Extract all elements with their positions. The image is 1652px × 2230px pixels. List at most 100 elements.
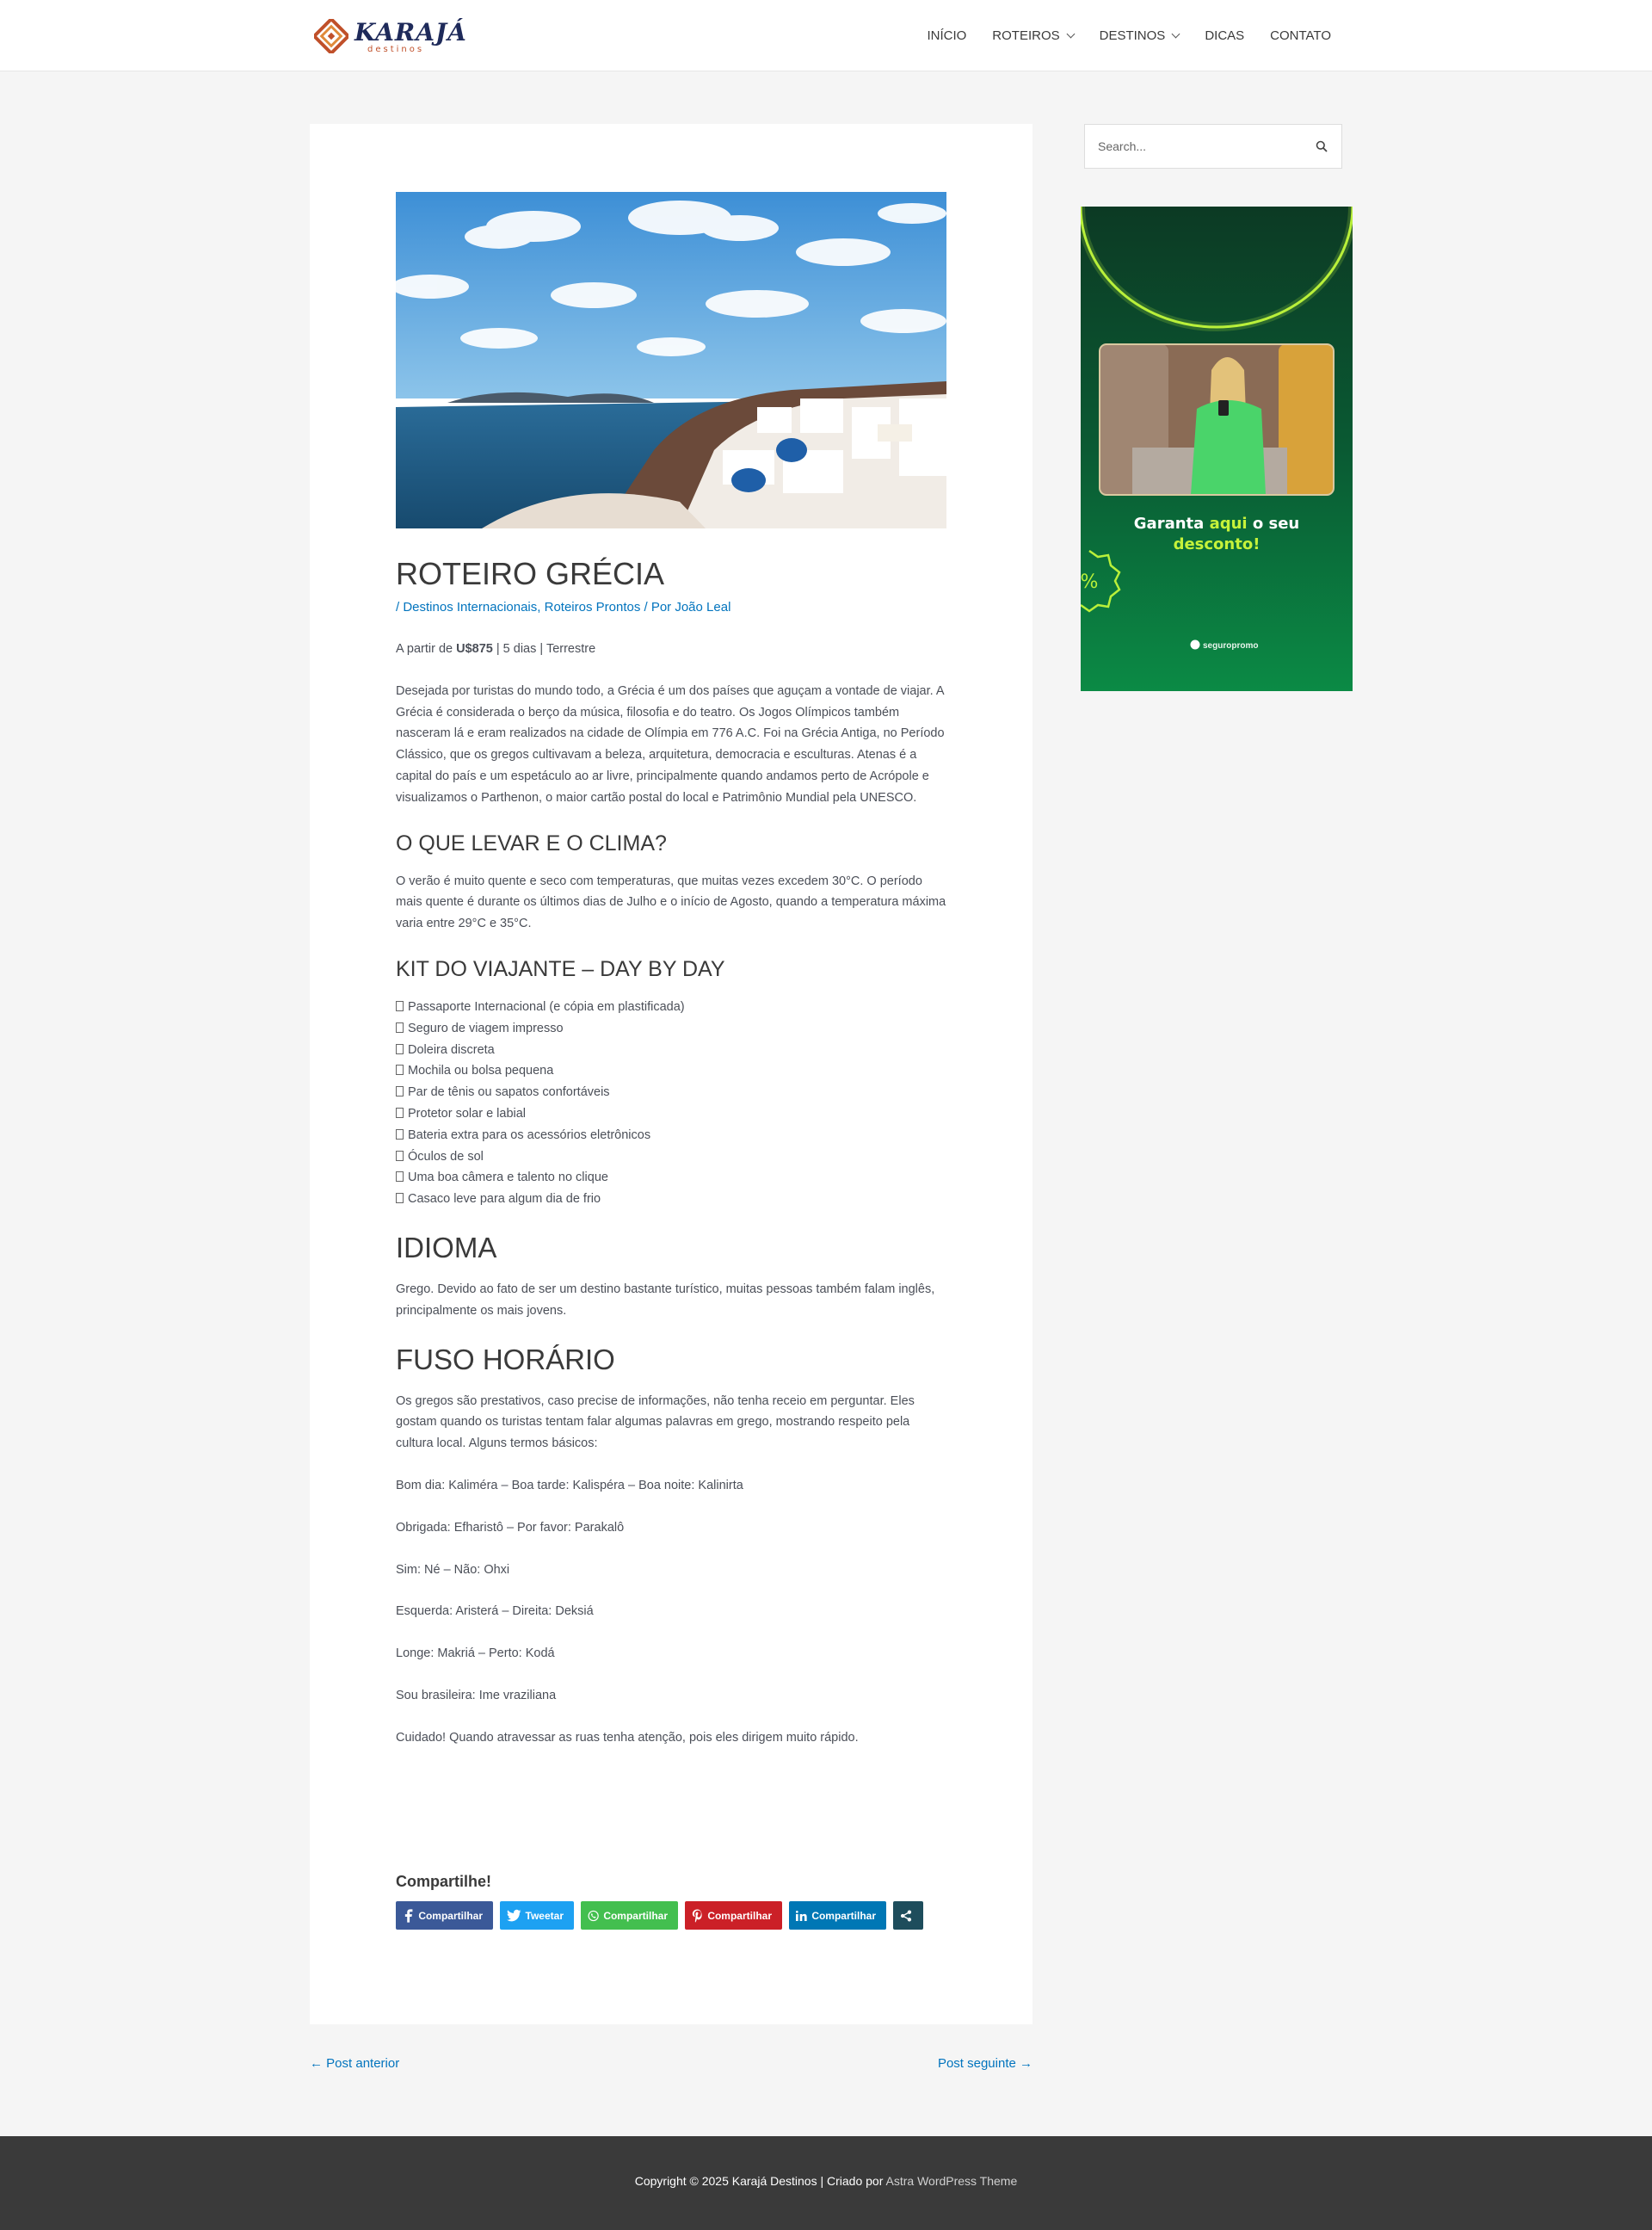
share-twitter-label: Tweetar xyxy=(525,1909,564,1922)
article-card: ROTEIRO GRÉCIA / Destinos Internacionais… xyxy=(310,124,1032,2024)
share-linkedin-button[interactable]: Compartilhar xyxy=(789,1901,886,1930)
list-item-text: Protetor solar e labial xyxy=(408,1106,527,1121)
list-item-text: Doleira discreta xyxy=(408,1042,495,1057)
site-logo[interactable]: KARAJÁ destinos xyxy=(314,15,466,57)
list-item: Mochila ou bolsa pequena xyxy=(396,1060,950,1082)
nav-item-destinos[interactable]: DESTINOS xyxy=(1100,28,1180,43)
ad-headline: Garanta aqui o seu desconto! xyxy=(1081,514,1353,555)
term-line: Sou brasileira: Ime vraziliana xyxy=(396,1688,557,1702)
list-item-text: Passaporte Internacional (e cópia em pla… xyxy=(408,999,685,1014)
nav-item-label: DICAS xyxy=(1205,28,1245,43)
list-item-text: Bateria extra para os acessórios eletrôn… xyxy=(408,1127,651,1142)
checkbox-glyph-icon xyxy=(396,1128,404,1140)
nav-item-inicio[interactable]: INÍCIO xyxy=(927,28,966,43)
theme-link[interactable]: Astra WordPress Theme xyxy=(886,2174,1018,2188)
heading-idioma: IDIOMA xyxy=(396,1231,497,1263)
share-pinterest-button[interactable]: Compartilhar xyxy=(685,1901,782,1930)
checkbox-glyph-icon xyxy=(396,1043,404,1054)
share-icon xyxy=(900,1910,912,1921)
price-details: | 5 dias | Terrestre xyxy=(492,642,596,656)
ad-brand-label: seguropromo xyxy=(1203,641,1259,651)
share-more-button[interactable] xyxy=(893,1901,923,1930)
share-section: Compartilhe! Compartilhar Tweetar Compar… xyxy=(396,1873,930,1930)
copyright-text: Copyright © 2025 Karajá Destinos | Criad… xyxy=(634,2174,886,2188)
heading-clima: O QUE LEVAR E O CLIMA? xyxy=(396,831,667,856)
sidebar-search xyxy=(1084,124,1342,169)
price-value: U$875 xyxy=(456,642,493,656)
category-link-roteiros-prontos[interactable]: Roteiros Prontos xyxy=(545,600,641,615)
previous-post-link[interactable]: ← Post anterior xyxy=(310,2056,399,2071)
ad-highlight: aqui xyxy=(1209,515,1248,533)
share-pinterest-label: Compartilhar xyxy=(707,1909,772,1922)
list-item: Passaporte Internacional (e cópia em pla… xyxy=(396,997,950,1018)
nav-item-roteiros[interactable]: ROTEIROS xyxy=(992,28,1076,43)
checkbox-glyph-icon xyxy=(396,1022,404,1033)
post-title: ROTEIRO GRÉCIA xyxy=(396,556,665,591)
logo-subtitle: destinos xyxy=(367,45,425,54)
nav-item-contato[interactable]: CONTATO xyxy=(1270,28,1331,43)
term-line: Obrigada: Efharistô – Por favor: Parakal… xyxy=(396,1520,625,1535)
heading-kit: KIT DO VIAJANTE – DAY BY DAY xyxy=(396,956,725,981)
meta-separator: , xyxy=(537,600,545,615)
idioma-paragraph: Grego. Devido ao fato de ser um destino … xyxy=(396,1282,935,1318)
list-item: Protetor solar e labial xyxy=(396,1103,950,1125)
twitter-icon xyxy=(507,1909,521,1922)
facebook-icon xyxy=(404,1908,413,1923)
main-nav: INÍCIO ROTEIROS DESTINOS DICAS CONTATO xyxy=(901,0,1331,71)
post-meta: / Destinos Internacionais, Roteiros Pron… xyxy=(396,600,730,615)
copyright: Copyright © 2025 Karajá Destinos | Criad… xyxy=(0,2174,1652,2188)
price-prefix: A partir de xyxy=(396,642,457,656)
term-line: Bom dia: Kaliméra – Boa tarde: Kalispéra… xyxy=(396,1478,743,1492)
ad-background-graphic: % xyxy=(1081,207,1353,691)
nav-item-label: DESTINOS xyxy=(1099,28,1166,43)
share-buttons: Compartilhar Tweetar Compartilhar Compar… xyxy=(396,1901,930,1930)
svg-text:%: % xyxy=(1081,571,1098,593)
list-item: Bateria extra para os acessórios eletrôn… xyxy=(396,1125,950,1146)
nav-item-label: CONTATO xyxy=(1270,28,1331,43)
ad-text-part: Garanta xyxy=(1133,515,1210,533)
pinterest-icon xyxy=(692,1909,702,1922)
clima-paragraph: O verão é muito quente e seco com temper… xyxy=(396,874,946,931)
checkbox-glyph-icon xyxy=(396,1086,404,1097)
search-icon[interactable] xyxy=(1316,140,1328,152)
site-header: KARAJÁ destinos INÍCIO ROTEIROS DESTINOS… xyxy=(0,0,1652,71)
ad-brand: seguropromo xyxy=(1190,639,1258,651)
term-line: Longe: Makriá – Perto: Kodá xyxy=(396,1646,555,1661)
checkbox-glyph-icon xyxy=(396,1193,404,1204)
list-item: Uma boa câmera e talento no clique xyxy=(396,1167,950,1189)
ad-highlight: desconto! xyxy=(1173,535,1261,553)
list-item: Seguro de viagem impresso xyxy=(396,1018,950,1040)
meta-by: / Por xyxy=(640,600,675,615)
list-item-text: Óculos de sol xyxy=(408,1149,484,1164)
logo-diamond-icon xyxy=(314,19,348,53)
next-post-link[interactable]: Post seguinte → xyxy=(938,2056,1032,2071)
share-whatsapp-button[interactable]: Compartilhar xyxy=(581,1901,678,1930)
list-item: Casaco leve para algum dia de frio xyxy=(396,1189,950,1210)
term-line: Esquerda: Aristerá – Direita: Deksiá xyxy=(396,1604,594,1619)
search-input[interactable] xyxy=(1085,125,1309,168)
list-item-text: Casaco leve para algum dia de frio xyxy=(408,1192,601,1207)
share-linkedin-label: Compartilhar xyxy=(811,1909,876,1922)
nav-item-dicas[interactable]: DICAS xyxy=(1205,28,1244,43)
ad-brand-logo-icon xyxy=(1190,639,1200,650)
sidebar-ad-banner[interactable]: % Garanta aqui o seu desconto! seguropro… xyxy=(1081,207,1353,691)
share-facebook-button[interactable]: Compartilhar xyxy=(396,1901,493,1930)
term-line: Cuidado! Quando atravessar as ruas tenha… xyxy=(396,1730,859,1745)
nav-item-label: ROTEIROS xyxy=(992,28,1060,43)
list-item: Doleira discreta xyxy=(396,1040,950,1061)
list-item-text: Uma boa câmera e talento no clique xyxy=(408,1171,608,1185)
list-item-text: Mochila ou bolsa pequena xyxy=(408,1064,554,1078)
list-item-text: Par de tênis ou sapatos confortáveis xyxy=(408,1085,610,1100)
whatsapp-icon xyxy=(588,1910,599,1921)
share-twitter-button[interactable]: Tweetar xyxy=(500,1901,574,1930)
featured-image-santorini xyxy=(396,192,946,528)
checkbox-glyph-icon xyxy=(396,1171,404,1183)
fuso-paragraph: Os gregos são prestativos, caso precise … xyxy=(396,1393,915,1451)
site-footer: Copyright © 2025 Karajá Destinos | Criad… xyxy=(0,2136,1652,2230)
linkedin-icon xyxy=(796,1910,807,1921)
checkbox-glyph-icon xyxy=(396,1150,404,1161)
list-item-text: Seguro de viagem impresso xyxy=(408,1021,564,1035)
author-link[interactable]: João Leal xyxy=(675,600,730,615)
checkbox-glyph-icon xyxy=(396,1065,404,1076)
category-link-destinos-internacionais[interactable]: Destinos Internacionais xyxy=(403,600,537,615)
